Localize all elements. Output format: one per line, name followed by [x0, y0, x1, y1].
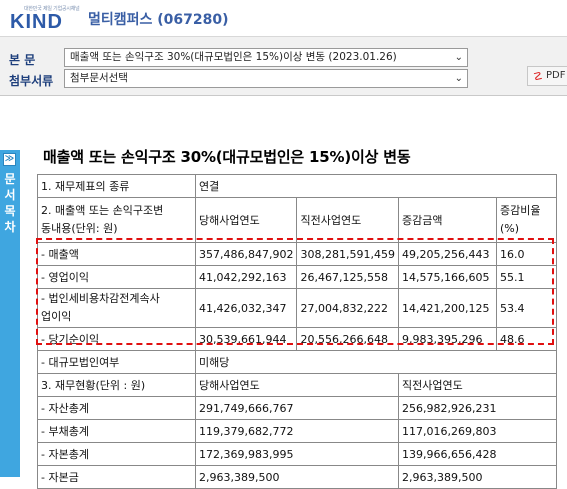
expand-icon[interactable]: ≫: [3, 153, 16, 166]
toc-char: 차: [4, 220, 16, 234]
document-toolbar: 본 문 매출액 또는 손익구조 30%(대규모법인은 15%)이상 변동 (20…: [0, 36, 567, 96]
cell-current: 119,379,682,772: [195, 419, 399, 443]
table-row: 3. 재무현황(단위 : 원) 당해사업연도 직전사업연도: [37, 373, 557, 397]
attachment-select-value: 첨부문서선택: [70, 72, 128, 84]
chevron-down-icon: ⌄: [454, 73, 463, 84]
table-row: - 당기순이익 30,539,661,944 20,556,266,648 9,…: [37, 327, 557, 351]
main-doc-select[interactable]: 매출액 또는 손익구조 30%(대규모법인은 15%)이상 변동 (2023.0…: [64, 48, 468, 67]
table-row: - 자본금 2,963,389,500 2,963,389,500: [37, 465, 557, 489]
toc-char: 서: [4, 188, 16, 202]
cell-previous: 27,004,832,222: [296, 288, 399, 328]
logo-wordmark: KIND: [10, 11, 63, 34]
cell-rate: 48.6: [495, 327, 557, 351]
row-label: - 법인세비용차감전계속사 업이익: [37, 288, 196, 328]
row-label: - 부채총계: [37, 419, 196, 443]
header: 대한민국 제일 기업공시채널 KIND 멀티캠퍼스 (067280): [0, 0, 567, 36]
cell-previous: 139,966,656,428: [397, 442, 557, 466]
row-label: 2. 매출액 또는 손익구조변 동내용(단위: 원): [37, 197, 196, 243]
cell-current: 41,426,032,347: [194, 288, 298, 328]
row-label: - 자산총계: [37, 396, 196, 420]
pdf-button[interactable]: ☡ PDF: [527, 66, 567, 86]
kind-logo[interactable]: 대한민국 제일 기업공시채널 KIND: [10, 6, 80, 34]
attachment-label: 첨부서류: [9, 74, 54, 88]
column-header: 증감비율 (%): [495, 197, 557, 243]
cell-diff: 49,205,256,443: [397, 242, 497, 266]
table-row: - 영업이익 41,042,292,163 26,467,125,558 14,…: [37, 265, 557, 289]
cell-previous: 20,556,266,648: [296, 327, 399, 351]
document-title: 매출액 또는 손익구조 30%(대규모법인은 15%)이상 변동: [43, 148, 411, 166]
disclosure-table: 1. 재무제표의 종류 연결 2. 매출액 또는 손익구조변 동내용(단위: 원)…: [37, 174, 557, 489]
cell-previous: 117,016,269,803: [397, 419, 557, 443]
logo-text: KIND: [10, 11, 63, 33]
row-label: 1. 재무제표의 종류: [37, 174, 196, 198]
table-row: 2. 매출액 또는 손익구조변 동내용(단위: 원) 당해사업연도 직전사업연도 …: [37, 197, 557, 243]
row-label: - 대규모법인여부: [37, 350, 196, 374]
column-header: 증감금액: [397, 197, 497, 243]
row-label: - 당기순이익: [37, 327, 196, 351]
table-row: - 매출액 357,486,847,902 308,281,591,459 49…: [37, 242, 557, 266]
toc-char: 목: [4, 204, 16, 218]
table-row: - 부채총계 119,379,682,772 117,016,269,803: [37, 419, 557, 443]
column-header: 당해사업연도: [194, 197, 298, 243]
table-row: 1. 재무제표의 종류 연결: [37, 174, 557, 198]
cell-rate: 53.4: [495, 288, 557, 328]
cell-previous: 256,982,926,231: [397, 396, 557, 420]
cell-diff: 14,421,200,125: [397, 288, 497, 328]
table-row: - 대규모법인여부 미해당: [37, 350, 557, 374]
column-header: 당해사업연도: [195, 373, 399, 397]
cell-diff: 14,575,166,605: [397, 265, 497, 289]
table-row: - 자산총계 291,749,666,767 256,982,926,231: [37, 396, 557, 420]
cell-previous: 308,281,591,459: [296, 242, 399, 266]
pdf-label: PDF: [546, 70, 566, 81]
cell-rate: 16.0: [495, 242, 557, 266]
toc-char: 문: [4, 172, 16, 186]
row-label: - 자본금: [37, 465, 196, 489]
cell-diff: 9,983,395,296: [397, 327, 497, 351]
table-row: - 법인세비용차감전계속사 업이익 41,426,032,347 27,004,8…: [37, 288, 557, 328]
row-label: - 자본총계: [37, 442, 196, 466]
row-label: - 매출액: [37, 242, 196, 266]
cell-previous: 2,963,389,500: [397, 465, 557, 489]
row-label: 3. 재무현황(단위 : 원): [37, 373, 196, 397]
chevron-down-icon: ⌄: [454, 52, 463, 63]
cell-current: 357,486,847,902: [194, 242, 298, 266]
attachment-select[interactable]: 첨부문서선택 ⌄: [64, 69, 468, 88]
cell-current: 291,749,666,767: [195, 396, 399, 420]
pdf-icon: ☡: [533, 70, 543, 83]
column-header: 직전사업연도: [397, 373, 557, 397]
cell-rate: 55.1: [495, 265, 557, 289]
company-name: 멀티캠퍼스 (067280): [88, 12, 229, 28]
main-doc-select-value: 매출액 또는 손익구조 30%(대규모법인은 15%)이상 변동 (2023.0…: [70, 51, 397, 63]
column-header: 직전사업연도: [296, 197, 399, 243]
cell-previous: 26,467,125,558: [296, 265, 399, 289]
document-toc-tab[interactable]: ≫ 문 서 목 차: [0, 150, 20, 477]
cell-current: 172,369,983,995: [195, 442, 399, 466]
table-row: - 자본총계 172,369,983,995 139,966,656,428: [37, 442, 557, 466]
main-doc-label: 본 문: [9, 53, 36, 67]
cell-current: 2,963,389,500: [195, 465, 399, 489]
large-corp-value: 미해당: [195, 350, 557, 374]
cell-current: 30,539,661,944: [194, 327, 298, 351]
cell-current: 41,042,292,163: [194, 265, 298, 289]
statement-type: 연결: [195, 174, 557, 198]
row-label: - 영업이익: [37, 265, 196, 289]
